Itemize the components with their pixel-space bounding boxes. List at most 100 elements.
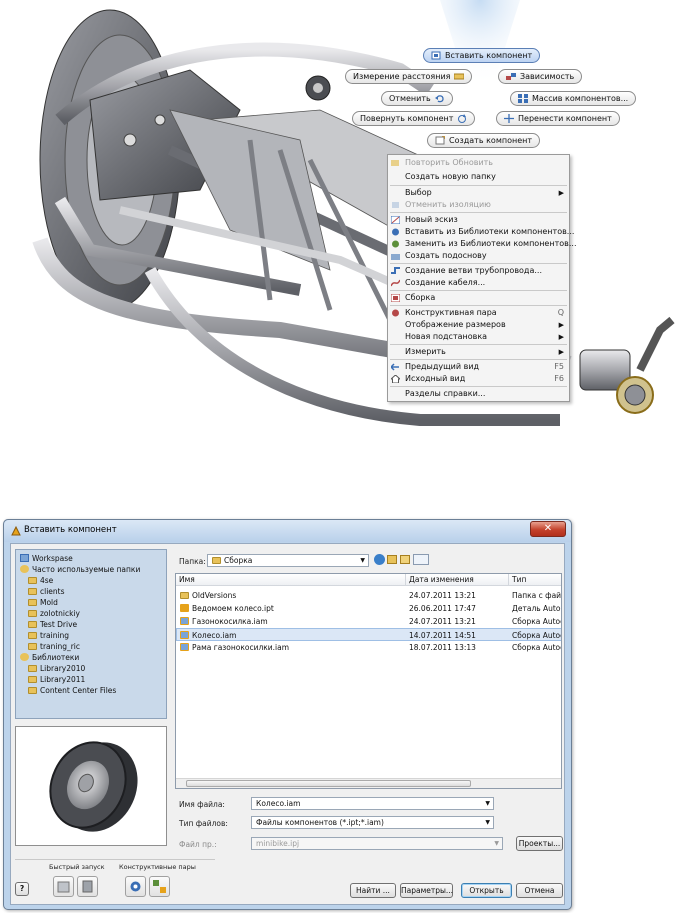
places-tree[interactable]: Workspase Часто используемые папки 4se c…	[15, 549, 167, 719]
filename-label: Имя файла:	[179, 800, 225, 809]
filetype-select[interactable]: Файлы компонентов (*.ipt;*.iam) ▼	[251, 816, 494, 829]
menu-item-redo-update[interactable]: Повторить Обновить	[388, 157, 569, 169]
graphics-viewport[interactable]: Вставить компонент Измерение расстояния …	[0, 0, 680, 470]
menu-item-create-route[interactable]: Создание ветви трубопровода...	[388, 265, 569, 277]
tree-item-folder[interactable]: 4se	[28, 575, 53, 586]
home-icon	[389, 374, 402, 384]
close-button[interactable]: ✕	[530, 521, 566, 537]
menu-item-dimension-display[interactable]: Отображение размеров ▶	[388, 319, 569, 331]
chevron-down-icon: ▼	[494, 840, 499, 847]
constraint-pair-button-1[interactable]	[125, 876, 146, 897]
file-row-selected[interactable]: Колесо.iam 14.07.2011 14:51 Сборка Autoc	[176, 628, 561, 641]
menu-item-home-view[interactable]: Исходный вид F6	[388, 373, 569, 385]
file-row[interactable]: OldVersions 24.07.2011 13:21 Папка с фай	[176, 589, 561, 602]
tree-item-folder[interactable]: traning_ric	[28, 641, 80, 652]
constraint-pairs-label: Конструктивные пары	[119, 863, 196, 871]
file-list[interactable]: Имя Дата изменения Тип OldVersions 24.07…	[175, 573, 562, 789]
menu-item-help-topics[interactable]: Разделы справки...	[388, 388, 569, 400]
filename-input[interactable]: Колесо.iam ▼	[251, 797, 494, 810]
place-component-dialog: Вставить компонент ✕ Workspase Часто исп…	[3, 519, 572, 910]
quick-launch-button-1[interactable]	[53, 876, 74, 897]
ruler-icon	[453, 72, 465, 81]
menu-separator	[390, 359, 567, 360]
projects-button[interactable]: Проекты...	[516, 836, 563, 851]
menu-separator	[390, 290, 567, 291]
file-row[interactable]: Ведомоем колесо.ipt 26.06.2011 17:47 Дет…	[176, 602, 561, 615]
folder-icon	[28, 687, 37, 694]
assembly-icon	[390, 293, 401, 303]
marking-menu-create-component[interactable]: Создать компонент	[427, 133, 541, 148]
menu-item-place-from-content-center[interactable]: Вставить из Библиотеки компонентов...	[388, 226, 574, 238]
constraint-pair-button-2[interactable]	[149, 876, 170, 897]
marking-menu-measure-distance[interactable]: Измерение расстояния	[345, 69, 473, 84]
column-header-type[interactable]: Тип	[509, 574, 561, 586]
file-row[interactable]: Рама газонокосилки.iam 18.07.2011 13:13 …	[176, 641, 561, 654]
horizontal-scrollbar[interactable]	[176, 778, 561, 788]
back-button[interactable]	[374, 554, 385, 565]
tree-item-library[interactable]: Content Center Files	[28, 685, 116, 696]
menu-item-create-substitute[interactable]: Создать подоснову	[388, 250, 569, 262]
column-header-name[interactable]: Имя	[176, 574, 406, 586]
constraint-pair-icon	[391, 309, 400, 317]
assembly-file-icon	[180, 643, 189, 651]
tree-item-workspace[interactable]: Workspase	[20, 553, 73, 564]
menu-item-create-folder[interactable]: Создать новую папку	[388, 171, 569, 183]
folder-icon	[212, 557, 221, 564]
tree-item-folder[interactable]: Test Drive	[28, 619, 77, 630]
up-folder-button[interactable]	[387, 555, 397, 564]
filetype-label: Тип файлов:	[179, 819, 228, 828]
open-button[interactable]: Открыть	[461, 883, 512, 898]
frequent-folders-icon	[20, 565, 29, 573]
tree-item-folder[interactable]: Mold	[28, 597, 58, 608]
new-folder-button[interactable]	[400, 555, 410, 564]
marking-menu-constraint[interactable]: Зависимость	[498, 69, 583, 84]
marking-menu-rotate-component[interactable]: Повернуть компонент	[352, 111, 476, 126]
tree-item-folder[interactable]: training	[28, 630, 69, 641]
menu-item-previous-view[interactable]: Предыдущий вид F5	[388, 361, 569, 373]
file-row[interactable]: Газонокосилка.iam 24.07.2011 13:21 Сборк…	[176, 615, 561, 628]
content-center-icon	[391, 228, 400, 236]
find-button[interactable]: Найти ...	[350, 883, 396, 898]
menu-item-assembly[interactable]: Сборка	[388, 292, 569, 304]
tree-item-folder[interactable]: zolotnickiy	[28, 608, 80, 619]
preview-pane	[15, 726, 167, 846]
menu-item-replace-from-content-center[interactable]: Заменить из Библиотеки компонентов...	[388, 238, 576, 250]
column-header-date[interactable]: Дата изменения	[406, 574, 509, 586]
placement-icon	[57, 881, 70, 893]
tree-item-library[interactable]: Library2010	[28, 663, 85, 674]
grounded-icon	[82, 880, 93, 893]
menu-item-constraint-pair[interactable]: Конструктивная пара Q	[388, 307, 569, 319]
cancel-button[interactable]: Отмена	[516, 883, 563, 898]
menu-item-undo-isolate[interactable]: Отменить изоляцию	[388, 199, 569, 211]
dialog-titlebar[interactable]: Вставить компонент ✕	[4, 520, 571, 542]
tree-item-folder[interactable]: clients	[28, 586, 65, 597]
folder-icon	[180, 592, 189, 599]
marking-menu-place-component[interactable]: Вставить компонент	[423, 48, 541, 63]
view-menu-button[interactable]	[413, 554, 429, 565]
marking-menu-move-component[interactable]: Перенести компонент	[496, 111, 620, 126]
folder-combo[interactable]: Сборка ▼	[207, 554, 369, 567]
move-icon	[504, 114, 514, 123]
quick-launch-label: Быстрый запуск	[49, 863, 105, 871]
substitute-icon	[391, 252, 400, 260]
menu-item-select[interactable]: Выбор ▶	[388, 187, 569, 199]
tree-item-libraries[interactable]: Библиотеки	[20, 652, 79, 663]
marking-menu-undo[interactable]: Отменить	[381, 91, 453, 106]
scrollbar-thumb[interactable]	[186, 780, 471, 787]
help-button[interactable]: ?	[15, 882, 29, 896]
project-select[interactable]: minibike.ipj ▼	[251, 837, 503, 850]
tree-item-library[interactable]: Library2011	[28, 674, 85, 685]
tree-item-frequent-folders[interactable]: Часто используемые папки	[20, 564, 140, 575]
folder-icon	[28, 621, 37, 628]
assembly-file-icon	[180, 631, 189, 639]
menu-item-new-sketch[interactable]: Новый эскиз	[388, 214, 569, 226]
quick-launch-button-2[interactable]	[77, 876, 98, 897]
menu-separator	[390, 386, 567, 387]
marking-menu-pattern-components[interactable]: Массив компонентов...	[510, 91, 637, 106]
options-button[interactable]: Параметры...	[400, 883, 453, 898]
menu-item-create-cable[interactable]: Создание кабеля...	[388, 277, 569, 289]
menu-item-measure[interactable]: Измерить ▶	[388, 346, 569, 358]
folder-icon	[28, 676, 37, 683]
submenu-arrow-icon: ▶	[558, 189, 564, 197]
menu-item-new-substitute[interactable]: Новая подстановка ▶	[388, 331, 569, 343]
